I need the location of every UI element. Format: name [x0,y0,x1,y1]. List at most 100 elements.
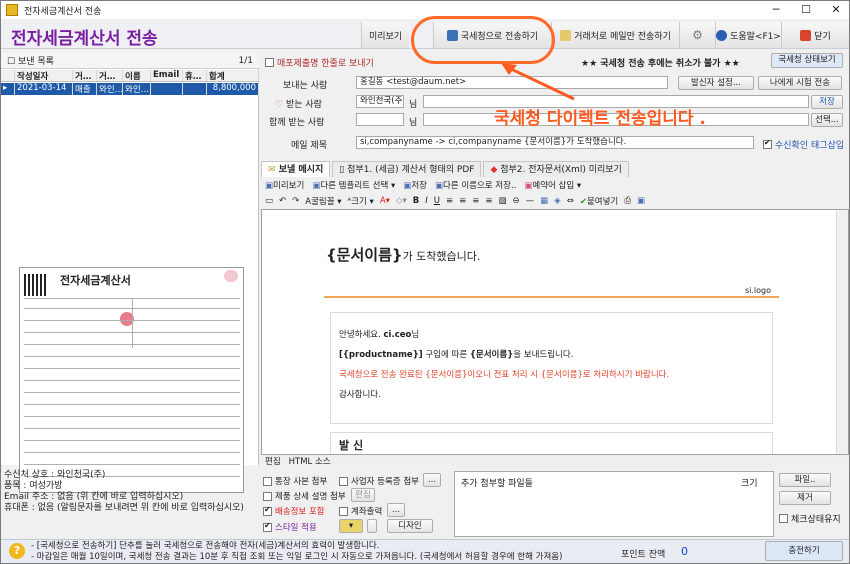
checkbox[interactable] [779,514,788,523]
invoice-thumbnail[interactable]: 전자세금계산서 [19,267,244,493]
editor-scrollbar[interactable] [836,210,848,454]
product-mid: 구입에 따른 [422,350,470,360]
save-as-tool[interactable]: ▣다른 이름으로 저장.. [435,179,516,191]
shipping-option[interactable]: 배송정보 포함 [263,505,325,517]
line-icon[interactable]: — [526,196,535,206]
column-header[interactable]: 거… [73,70,97,81]
new-doc-icon[interactable]: ▭ [265,196,273,206]
close-window-button[interactable]: ✕ [821,1,849,19]
font-select[interactable]: A굴림꼴 ▾ [305,195,341,207]
image-icon[interactable]: ▨ [498,196,506,206]
nts-status-button[interactable]: 국세청 상태보기 [771,53,843,68]
checkbox[interactable] [339,476,348,486]
settings-button[interactable]: ⚙ [679,22,715,48]
message-tabs: ✉ 보낼 메시지 ▯ 첨부1. (세금) 계산서 형태의 PDF ◆ 첨부2. … [261,161,631,177]
checkbox[interactable] [763,138,772,149]
paste-tool[interactable]: ✔붙여넣기 [580,195,618,207]
checkbox[interactable] [263,491,272,501]
remove-file-button[interactable]: 제거 [779,491,831,505]
close-label: 닫기 [814,31,831,42]
style-option[interactable]: 스타일 적용 [263,521,317,533]
help-button[interactable]: 도움말<F1> [715,22,781,48]
cc-select-button[interactable]: 선택... [811,113,843,127]
account-browse-button[interactable]: ... [387,503,405,517]
tab-message[interactable]: ✉ 보낼 메시지 [261,161,331,177]
test-send-button[interactable]: 나에게 시험 전송 [758,76,842,90]
divider [24,356,240,357]
tab-edit[interactable]: 편집 [265,455,281,467]
code-view-icon[interactable]: ◈ [554,196,561,206]
editor-toolbar-1: ▣미리보기 ▣다른 템플리트 선택 ▾ ▣저장 ▣다른 이름으로 저장.. ▣예… [261,177,849,192]
bankbook-option[interactable]: 통장 사본 첨부 [263,475,327,487]
divider [324,296,779,298]
source-icon[interactable]: ⇔ [567,196,574,206]
font-color-icon[interactable]: A▾ [380,196,390,206]
tab-html-source[interactable]: HTML 소스 [289,455,331,467]
edit-detail-button[interactable]: 편집 [351,488,375,502]
single-line-option[interactable]: 매포제출명 한줄로 보내기 [265,56,374,69]
recipient-label-wrap: ♡ 받는 사람 [275,97,322,110]
tab-xml[interactable]: ◆ 첨부2. 전자문서(Xml) 미리보기 [483,161,629,177]
add-file-button[interactable]: 파일.. [779,473,831,487]
template-tool[interactable]: ▣다른 템플리트 선택 ▾ [312,179,395,191]
checkbox[interactable] [263,521,272,532]
help-label: 도움말<F1> [730,31,781,42]
recipient-field[interactable]: 와인천국(주) [356,95,404,108]
close-button[interactable]: 닫기 [781,22,849,48]
table-icon[interactable]: ▦ [540,196,548,206]
size-select[interactable]: ᴬ크기 ▾ [348,195,374,207]
save-tool[interactable]: ▣저장 [403,179,427,191]
minimize-button[interactable]: ─ [761,1,791,19]
charge-button[interactable]: 충전하기 [765,541,843,561]
align-left-icon[interactable]: ≡ [446,196,453,206]
style-more-button[interactable] [367,519,377,533]
checkbox[interactable] [263,505,272,516]
message-editor[interactable]: {문서이름}가 도착했습니다. si.logo 안녕하세요. ci.ceo님 [… [261,209,849,455]
align-right-icon[interactable]: ≡ [472,196,479,206]
column-header[interactable]: 거… [97,70,123,81]
save-file-icon[interactable]: ▣ [637,196,645,206]
redo-icon[interactable]: ↷ [292,196,299,206]
table-row[interactable]: ▸ 2021-03-14 매출 와인… 와인… 8,800,000 [1,83,259,95]
column-header[interactable]: 작성일자 [15,70,73,81]
keyword-tool[interactable]: ▣예약어 삽입 ▾ [524,179,581,191]
product-detail-option[interactable]: 제품 상세 설명 첨부 [263,490,346,502]
logo-placeholder: si.logo [744,286,771,295]
bold-icon[interactable]: B [413,196,419,206]
keep-check-option[interactable]: 체크상태유지 [779,512,841,525]
column-header[interactable]: 휴… [183,70,207,81]
column-header[interactable]: 이름 [123,70,151,81]
column-header[interactable]: Email [151,70,183,81]
row-pointer: ▸ [1,83,15,95]
print-icon[interactable]: ⎙ [624,196,631,206]
email-only-button[interactable]: 거래처로 메일만 전송하기 [551,22,679,48]
column-header[interactable]: 합계 [207,70,259,81]
table-cell: 와인… [125,83,151,95]
subject-field[interactable]: si,companyname -> ci,companyname {문서이름}가… [356,136,754,149]
tab-pdf[interactable]: ▯ 첨부1. (세금) 계산서 형태의 PDF [332,161,482,177]
maximize-button[interactable]: ☐ [791,1,821,19]
checkbox[interactable] [263,476,272,486]
preview-tool[interactable]: ▣미리보기 [265,179,304,191]
style-color-select[interactable]: ▾ [339,519,363,533]
checkbox[interactable] [265,58,274,67]
italic-icon[interactable]: I [425,196,428,206]
save-recipient-button[interactable]: 저장 [811,95,843,109]
preview-button[interactable]: 미리보기 [361,22,409,48]
checkbox[interactable] [339,506,348,516]
receipt-tag-option[interactable]: 수신확인 태그삽입 [763,138,844,151]
link-icon[interactable]: ⊖ [513,196,520,206]
bizreg-option[interactable]: 사업자 등록증 첨부 [339,475,419,487]
bizreg-browse-button[interactable]: ... [423,473,441,487]
sender-settings-button[interactable]: 발신자 설정... [678,76,754,90]
account-print-option[interactable]: 계좌출력 [339,505,382,517]
main-window: 전자세금계산서 전송 ─ ☐ ✕ 전자세금계산서 전송 미리보기 국세청으로 전… [0,0,850,564]
undo-icon[interactable]: ↶ [279,196,286,206]
align-center-icon[interactable]: ≡ [459,196,466,206]
design-button[interactable]: 디자인 [387,519,433,533]
attachment-list[interactable]: 추가 첨부할 파일들 크기 [454,471,774,537]
cc-name-field[interactable] [356,113,404,126]
underline-icon[interactable]: U [434,196,440,206]
justify-icon[interactable]: ≡ [485,196,492,206]
highlight-color-icon[interactable]: ◇▾ [396,196,407,206]
